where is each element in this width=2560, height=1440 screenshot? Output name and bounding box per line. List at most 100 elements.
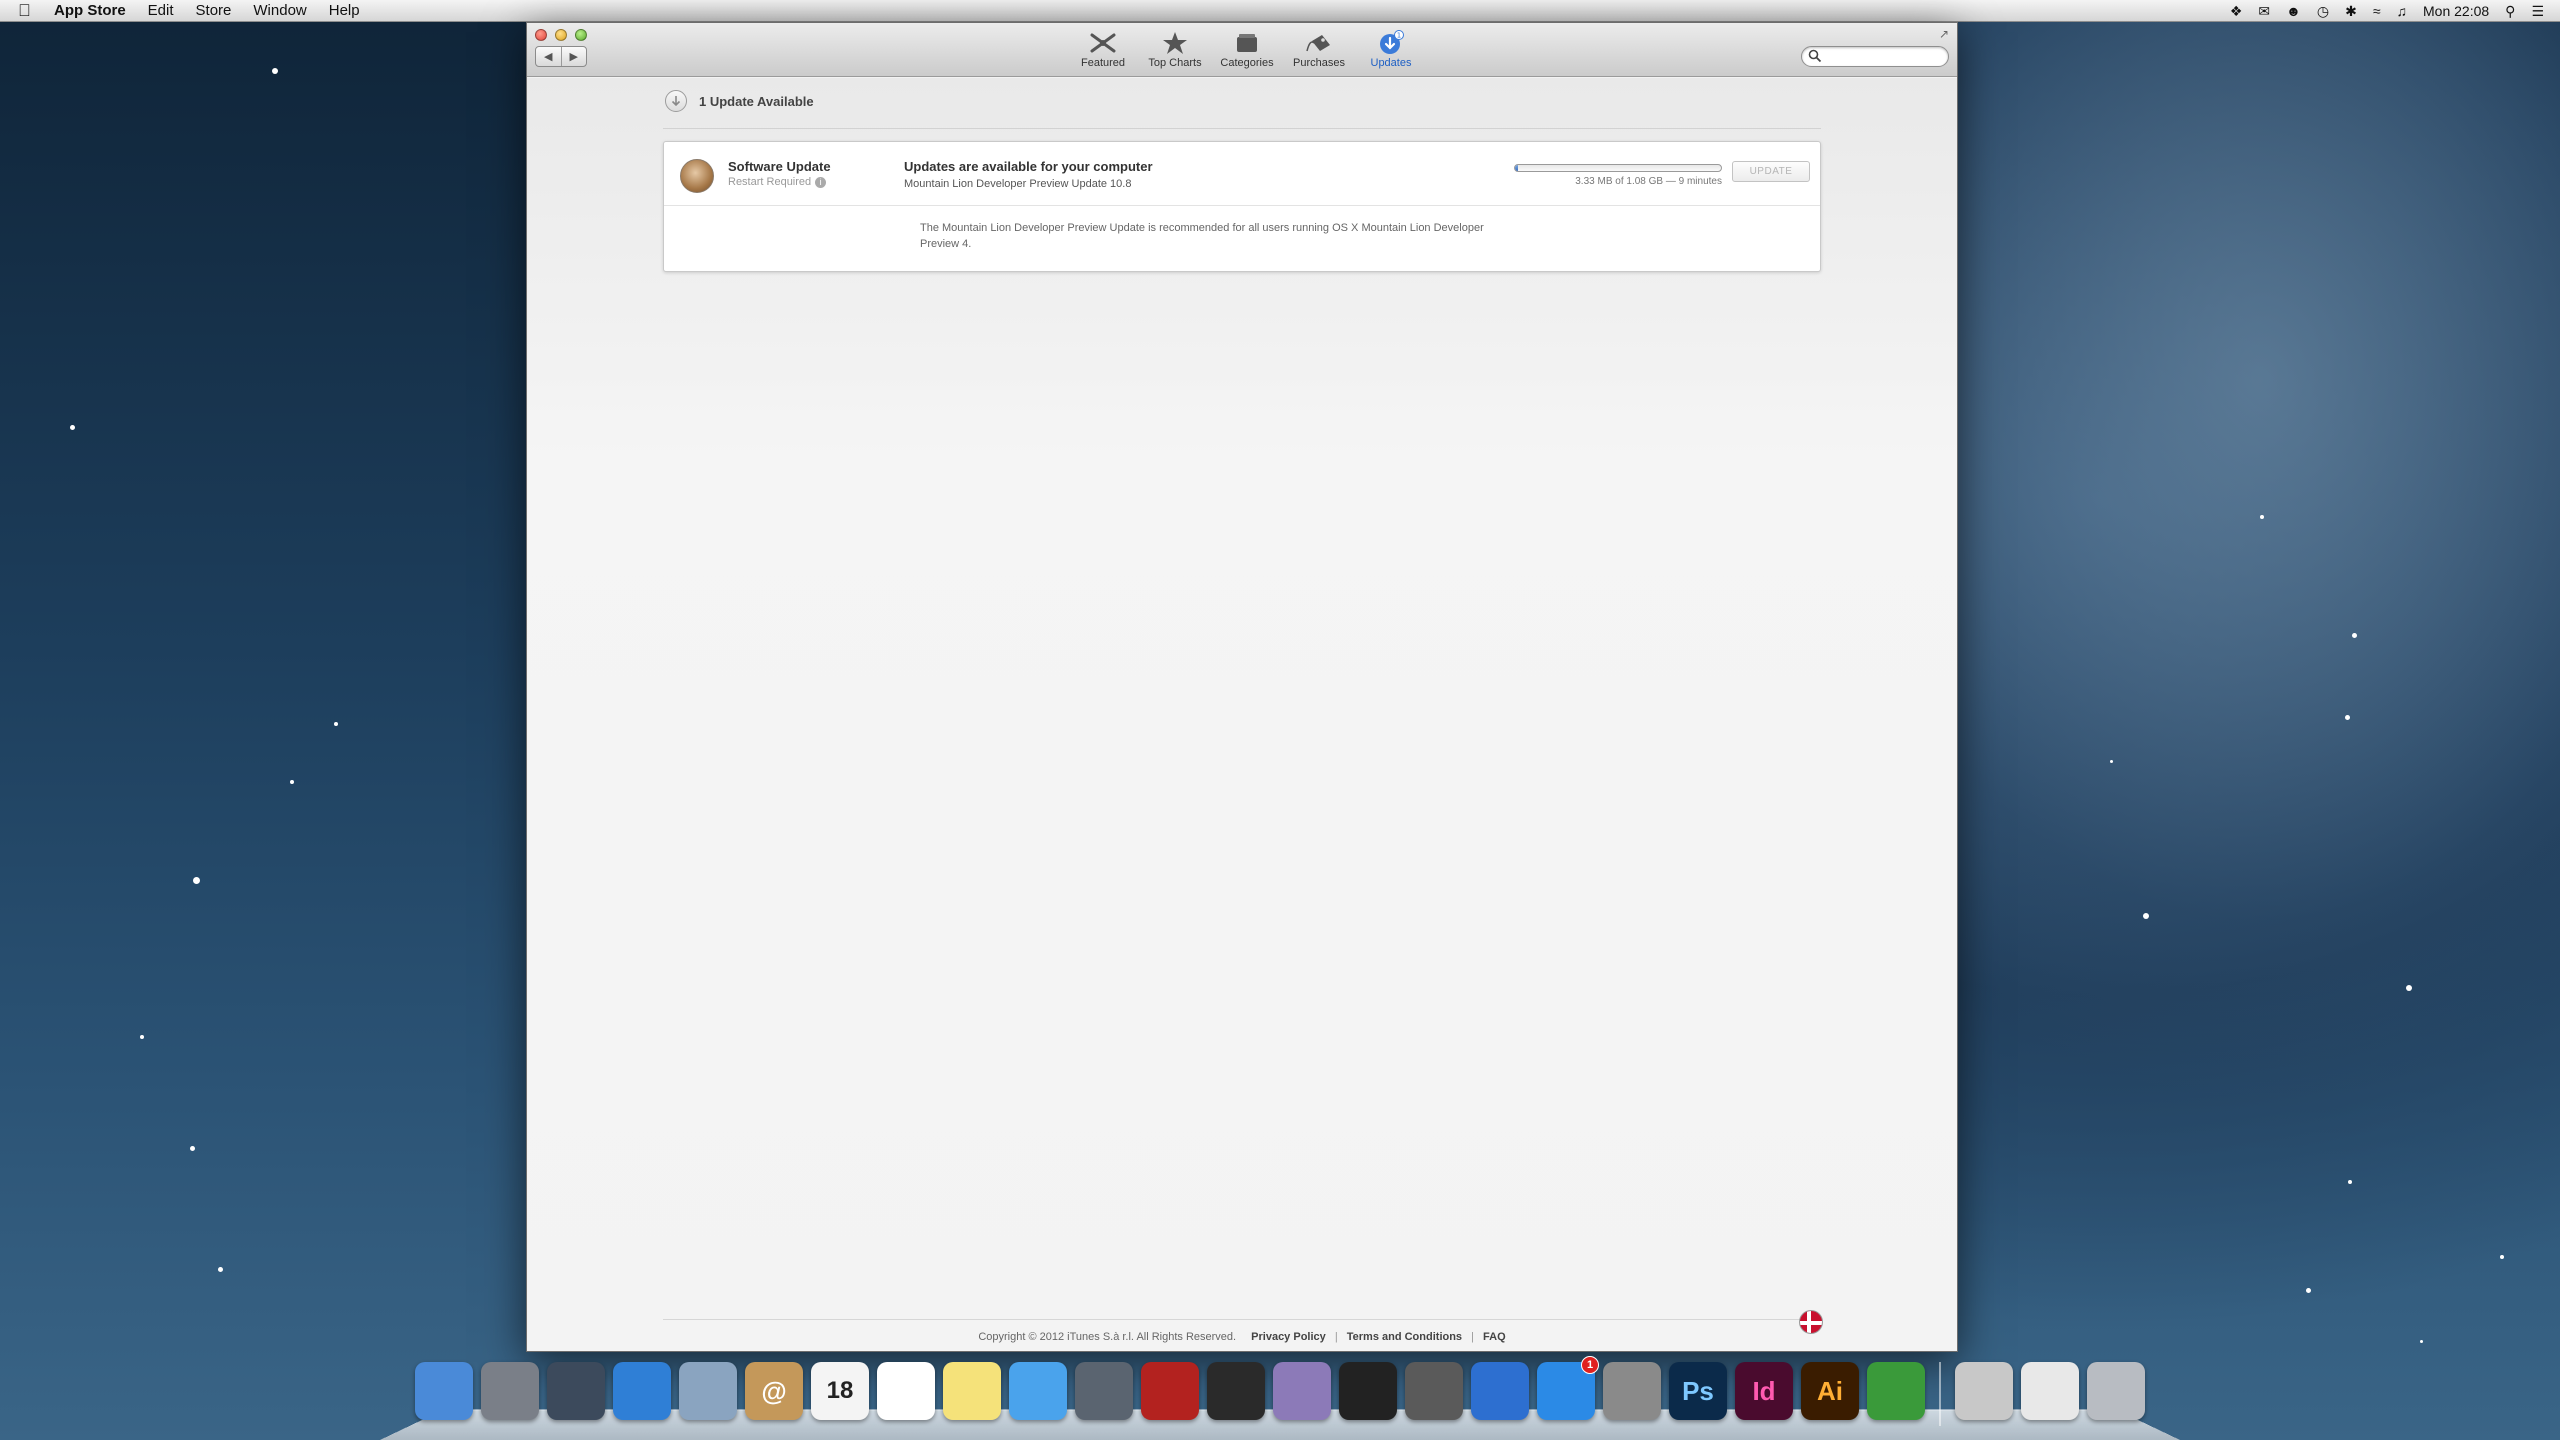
tab-top-charts[interactable]: Top Charts (1139, 29, 1211, 69)
back-button[interactable]: ◀ (536, 47, 562, 66)
toolbar: Featured Top Charts Categories Purchases (1067, 29, 1427, 69)
dock: @18 1 Ps Id Ai (380, 1356, 2180, 1440)
updates-header: 1 Update Available (665, 90, 814, 112)
dock-photoshop-icon[interactable]: Ps (1669, 1362, 1727, 1420)
volume-icon[interactable]: ♫ (2397, 3, 2408, 19)
dock-trash-icon[interactable] (2087, 1362, 2145, 1420)
restart-required-note: Restart Required i (728, 176, 827, 188)
bluetooth-icon[interactable]: ✱ (2345, 3, 2357, 20)
status-area: ❖ ✉ ☻ ◷ ✱ ≈ ♫ Mon 22:08 ⚲ ☰ (2230, 0, 2560, 22)
inbox-icon[interactable]: ✉ (2258, 3, 2270, 20)
download-progress-text: 3.33 MB of 1.08 GB — 9 minutes (1575, 176, 1722, 187)
dock-photo-booth-icon[interactable] (1141, 1362, 1199, 1420)
menu-store[interactable]: Store (196, 2, 232, 19)
time-machine-icon[interactable]: ◷ (2317, 3, 2329, 20)
dock-iphoto-icon[interactable] (1405, 1362, 1463, 1420)
dock-messages-icon[interactable] (1009, 1362, 1067, 1420)
tab-featured[interactable]: Featured (1067, 29, 1139, 69)
dock-downloads-stack-icon[interactable] (1955, 1362, 2013, 1420)
update-subtitle: Mountain Lion Developer Preview Update 1… (904, 178, 1132, 190)
svg-text:1: 1 (1397, 32, 1401, 40)
search-field[interactable] (1801, 46, 1949, 67)
footer-separator: | (1334, 1331, 1338, 1343)
terms-link[interactable]: Terms and Conditions (1347, 1331, 1462, 1343)
dock-reminders-icon[interactable] (877, 1362, 935, 1420)
tab-categories[interactable]: Categories (1211, 29, 1283, 69)
tab-updates[interactable]: 1 Updates (1355, 29, 1427, 69)
divider (663, 128, 1821, 129)
dock-mail-icon[interactable] (679, 1362, 737, 1420)
apple-menu-icon[interactable]:  (18, 1, 38, 21)
menu-app-store[interactable]: App Store (54, 2, 126, 19)
faq-link[interactable]: FAQ (1483, 1331, 1506, 1343)
app-store-badge: 1 (1581, 1356, 1599, 1374)
update-item-card: Software Update Restart Required i Update… (663, 141, 1821, 272)
footer: Copyright © 2012 iTunes S.à r.l. All Rig… (527, 1331, 1957, 1343)
dock-mission-control-icon[interactable] (547, 1362, 605, 1420)
wifi-icon[interactable]: ≈ (2373, 3, 2381, 19)
updates-icon: 1 (1377, 29, 1405, 57)
close-button[interactable] (535, 29, 547, 41)
dock-documents-stack-icon[interactable] (2021, 1362, 2079, 1420)
updates-count-heading: 1 Update Available (699, 93, 814, 109)
search-icon (1808, 49, 1822, 68)
tab-label: Categories (1220, 57, 1274, 69)
dock-aperture-icon[interactable] (1339, 1362, 1397, 1420)
update-app-name: Software Update (728, 159, 831, 174)
dropbox-icon[interactable]: ❖ (2230, 3, 2243, 20)
fullscreen-icon[interactable]: ↗ (1939, 27, 1949, 41)
dock-facetime-icon[interactable] (1075, 1362, 1133, 1420)
dock-app-store-icon[interactable]: 1 (1537, 1356, 1599, 1420)
spotlight-icon[interactable]: ⚲ (2505, 3, 2515, 20)
clock[interactable]: Mon 22:08 (2423, 3, 2489, 19)
update-title: Updates are available for your computer (904, 159, 1153, 174)
privacy-policy-link[interactable]: Privacy Policy (1251, 1331, 1326, 1343)
dock-system-preferences-icon[interactable] (1603, 1362, 1661, 1420)
purchases-tag-icon (1304, 29, 1334, 57)
categories-icon (1234, 29, 1260, 57)
nav-buttons: ◀ ▶ (535, 46, 587, 67)
denmark-flag-icon[interactable] (1799, 1310, 1823, 1334)
tab-purchases[interactable]: Purchases (1283, 29, 1355, 69)
dock-motion-icon[interactable] (1273, 1362, 1331, 1420)
forward-button[interactable]: ▶ (562, 47, 587, 66)
info-icon[interactable]: i (815, 177, 827, 188)
mountain-lion-icon (680, 159, 714, 193)
dock-final-cut-icon[interactable] (1207, 1362, 1265, 1420)
dock-notes-icon[interactable] (943, 1362, 1001, 1420)
download-arrow-icon (665, 90, 687, 112)
dock-finder-icon[interactable] (415, 1362, 473, 1420)
copyright-text: Copyright © 2012 iTunes S.à r.l. All Rig… (978, 1331, 1237, 1343)
app-store-window: ◀ ▶ ↗ Featured Top Charts Categories Pur… (526, 22, 1958, 1352)
adium-status-icon[interactable]: ☻ (2286, 3, 2301, 19)
download-progress-bar (1514, 164, 1722, 172)
menu-window[interactable]: Window (253, 2, 306, 19)
dock-itunes-icon[interactable] (1471, 1362, 1529, 1420)
minimize-button[interactable] (555, 29, 567, 41)
menu-bar:  App Store Edit Store Window Help ❖ ✉ ☻… (0, 0, 2560, 22)
dock-separator (1939, 1362, 1941, 1426)
restart-required-text: Restart Required (728, 176, 812, 188)
dock-safari-icon[interactable] (613, 1362, 671, 1420)
star-icon (1162, 29, 1188, 57)
featured-icon (1088, 29, 1118, 57)
dock-adium-icon[interactable] (1867, 1362, 1925, 1420)
tab-label: Purchases (1293, 57, 1345, 69)
menu-edit[interactable]: Edit (148, 2, 174, 19)
dock-illustrator-icon[interactable]: Ai (1801, 1362, 1859, 1420)
tab-label: Updates (1370, 57, 1412, 69)
zoom-button[interactable] (575, 29, 587, 41)
footer-divider (663, 1319, 1821, 1320)
footer-separator: | (1471, 1331, 1474, 1343)
progress-fill (1515, 165, 1519, 171)
update-button[interactable]: UPDATE (1732, 161, 1810, 182)
dock-contacts-icon[interactable]: @ (745, 1362, 803, 1420)
dock-launchpad-icon[interactable] (481, 1362, 539, 1420)
dock-icons: @18 1 Ps Id Ai (380, 1356, 2180, 1426)
dock-calendar-icon[interactable]: 18 (811, 1362, 869, 1420)
title-bar: ◀ ▶ ↗ Featured Top Charts Categories Pur… (527, 23, 1957, 77)
notification-center-icon[interactable]: ☰ (2531, 3, 2544, 20)
menu-help[interactable]: Help (329, 2, 360, 19)
dock-indesign-icon[interactable]: Id (1735, 1362, 1793, 1420)
tab-label: Featured (1080, 57, 1126, 69)
